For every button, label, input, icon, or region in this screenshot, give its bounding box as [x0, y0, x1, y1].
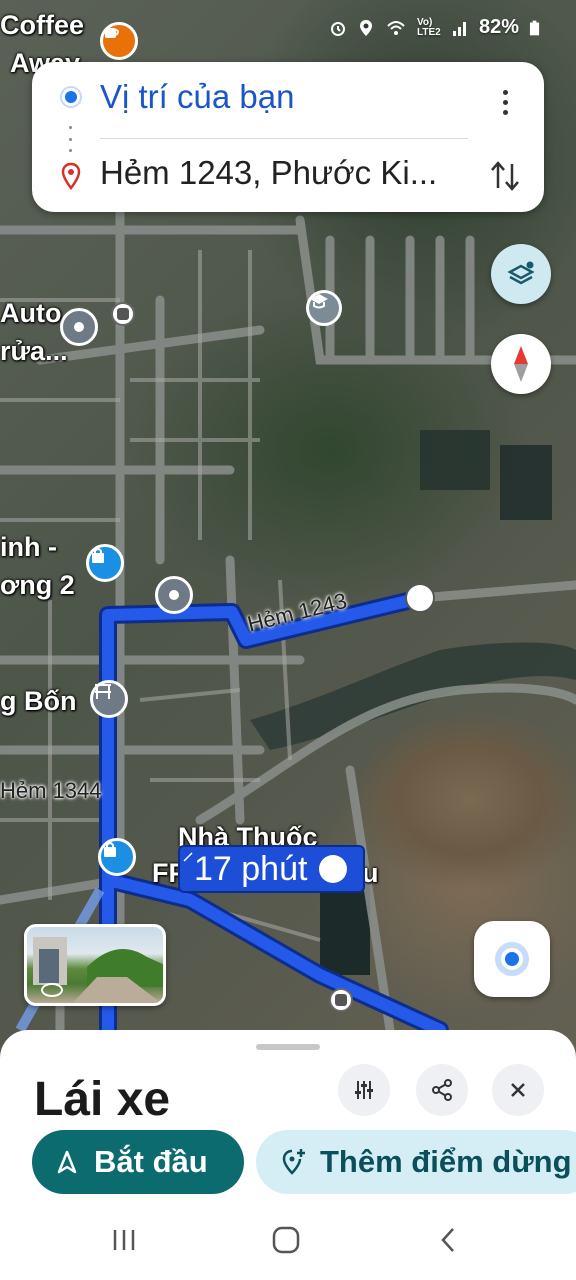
eta-badge[interactable]: 17 phút [178, 845, 366, 893]
street-view-thumbnail[interactable] [24, 924, 166, 1006]
back-icon [441, 1228, 454, 1252]
compass-button[interactable] [491, 334, 551, 394]
wifi-icon [387, 20, 405, 35]
battery-icon [529, 20, 540, 35]
eco-leaf-icon [183, 850, 348, 883]
layers-icon [507, 261, 535, 285]
drag-handle[interactable] [256, 1044, 320, 1050]
add-location-icon [282, 1149, 305, 1175]
navigation-arrow-icon [57, 1150, 77, 1174]
my-location-button[interactable] [474, 921, 550, 997]
route-connector [69, 126, 73, 152]
destination-pin-icon [61, 162, 81, 190]
poi-label[interactable]: Auto [0, 298, 61, 329]
network-type: Vo) LTE2 [416, 16, 441, 38]
my-location-icon [501, 948, 523, 970]
share-icon [432, 1079, 452, 1101]
recent-apps-button[interactable] [104, 1220, 144, 1260]
poi-pin-icon[interactable] [155, 576, 193, 614]
add-stop-label: Thêm điểm dừng [320, 1144, 572, 1179]
signal-icon [452, 21, 466, 36]
destination-marker [405, 583, 435, 613]
start-label: Bắt đầu [94, 1144, 208, 1179]
origin-dot-icon [62, 88, 80, 106]
market-icon[interactable] [90, 680, 128, 718]
home-button[interactable] [266, 1220, 306, 1260]
location-icon [359, 19, 372, 36]
poi-label[interactable]: g Bốn [0, 686, 76, 717]
share-button[interactable] [416, 1064, 468, 1116]
route-options-button[interactable] [338, 1064, 390, 1116]
compass-icon [514, 346, 528, 382]
home-icon [272, 1226, 300, 1254]
eta-text: 17 phút [194, 849, 308, 888]
recent-apps-icon [113, 1230, 135, 1250]
swap-directions-icon[interactable] [488, 158, 522, 194]
bus-stop-icon[interactable] [329, 988, 353, 1012]
school-icon[interactable] [306, 290, 342, 326]
close-icon [511, 1083, 525, 1097]
system-nav-bar [0, 1196, 576, 1280]
destination-field[interactable]: Hẻm 1243, Phước Ki... [100, 154, 480, 192]
shopping-bag-icon[interactable] [98, 838, 136, 876]
panorama-360-icon [41, 983, 63, 997]
tune-icon [355, 1081, 373, 1099]
back-button[interactable] [428, 1220, 468, 1260]
street-label: Hẻm 1344 [0, 778, 102, 803]
close-button[interactable] [492, 1064, 544, 1116]
more-options-button[interactable] [490, 82, 520, 122]
battery-percent: 82% [478, 16, 519, 38]
shopping-bag-icon[interactable] [86, 544, 124, 582]
map-layers-button[interactable] [491, 244, 551, 304]
start-navigation-button[interactable]: Bắt đầu [32, 1130, 244, 1194]
poi-label[interactable]: rửa... [0, 336, 68, 367]
bus-stop-icon[interactable] [111, 302, 135, 326]
divider [100, 138, 468, 139]
travel-mode-title: Lái xe [34, 1073, 171, 1126]
poi-label[interactable]: inh - [0, 532, 57, 563]
origin-field[interactable]: Vị trí của bạn [100, 78, 294, 116]
alarm-icon [330, 21, 345, 36]
route-card: Vị trí của bạn Hẻm 1243, Phước Ki... [32, 62, 544, 212]
status-bar: Vo) LTE2 82% [0, 0, 576, 58]
add-stop-button[interactable]: Thêm điểm dừng [256, 1130, 576, 1194]
poi-label[interactable]: ơng 2 [0, 570, 75, 601]
